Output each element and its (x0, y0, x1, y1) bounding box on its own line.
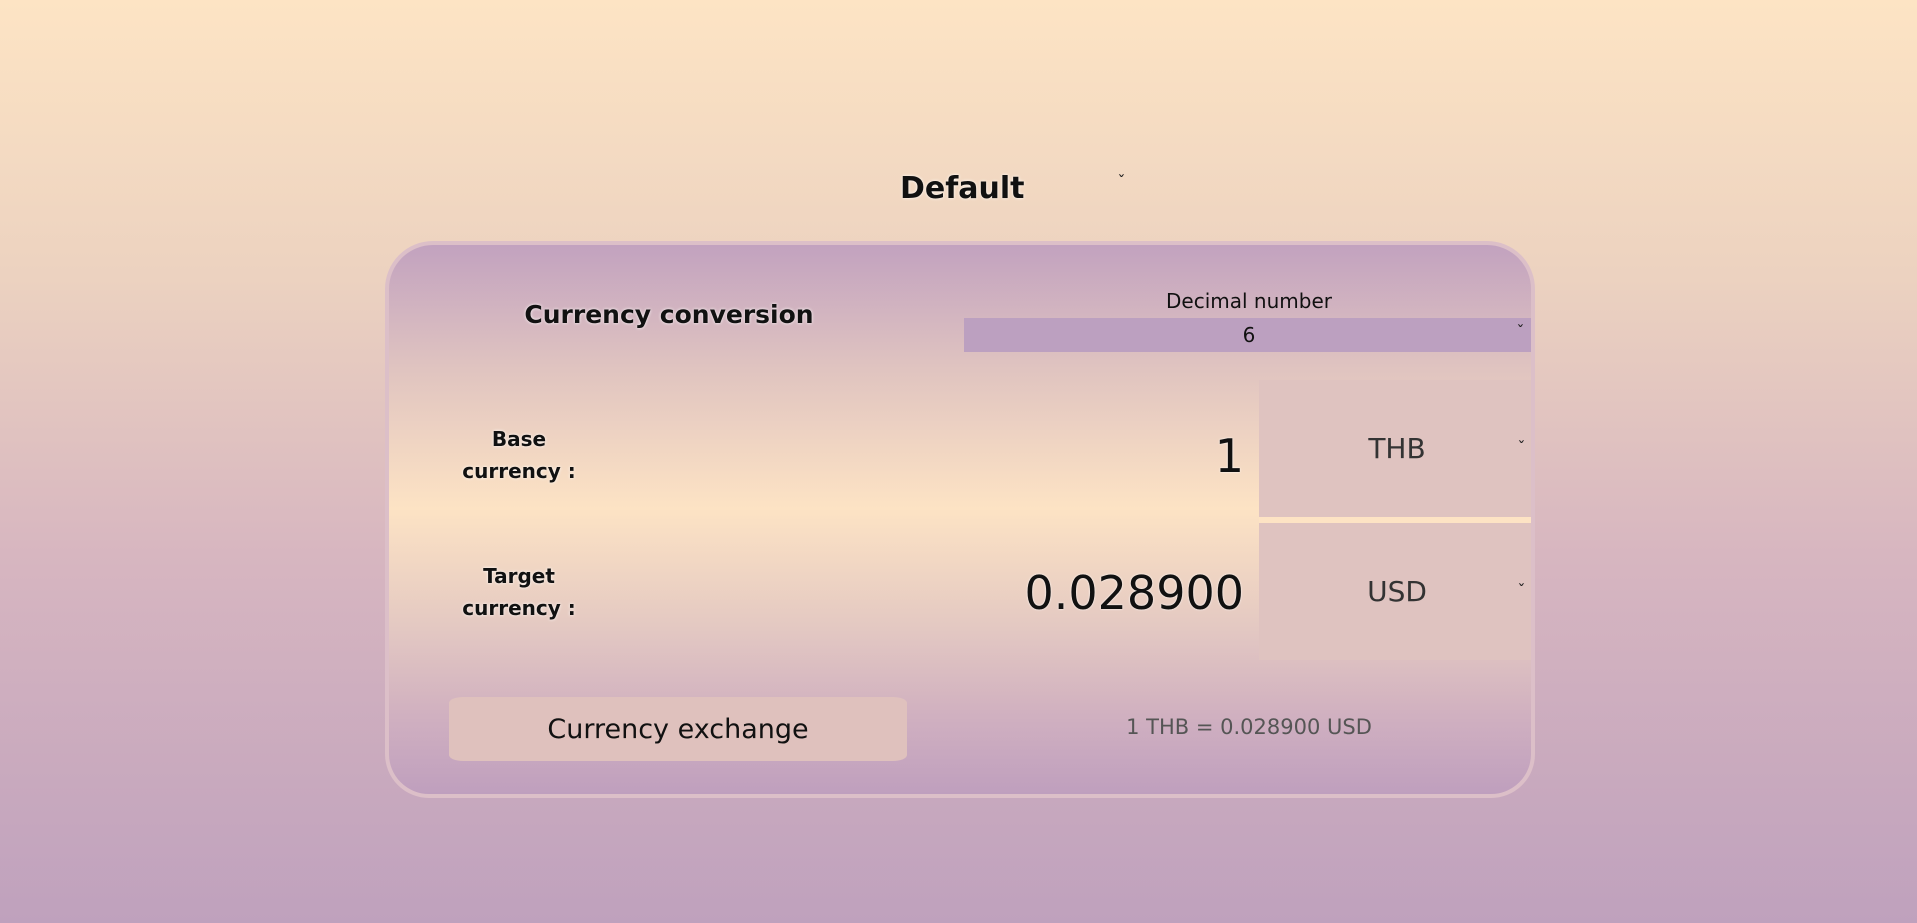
base-currency-select[interactable]: THB ˇ (1259, 380, 1531, 517)
target-currency-code: USD (1367, 575, 1427, 608)
currency-card: Currency conversion Decimal number 6 ˇ B… (385, 241, 1535, 798)
target-currency-label: Target currency : (449, 560, 589, 624)
chevron-down-icon: ˇ (1517, 583, 1526, 599)
decimal-number-select[interactable]: 6 ˇ (964, 318, 1531, 352)
chevron-down-icon: ˇ (1516, 324, 1525, 340)
theme-select[interactable]: Default ˇ (880, 160, 1140, 216)
target-currency-label-line2: currency : (462, 596, 576, 620)
card-title: Currency conversion (524, 300, 814, 329)
target-currency-select[interactable]: USD ˇ (1259, 523, 1531, 660)
chevron-down-icon: ˇ (1517, 440, 1526, 456)
base-currency-label: Base currency : (449, 423, 589, 487)
theme-selected-label: Default (900, 170, 1025, 206)
base-currency-label-line2: currency : (462, 459, 576, 483)
currency-exchange-button[interactable]: Currency exchange (449, 697, 907, 761)
exchange-rate-text: 1 THB = 0.028900 USD (1126, 715, 1372, 739)
chevron-down-icon: ˇ (1117, 174, 1126, 190)
target-amount-output: 0.028900 (1024, 566, 1245, 620)
base-currency-label-line1: Base (491, 427, 547, 451)
base-currency-code: THB (1368, 432, 1426, 465)
decimal-number-value: 6 (1242, 323, 1256, 347)
base-amount-input[interactable]: 1 (849, 429, 1244, 483)
target-currency-label-line1: Target (483, 564, 555, 588)
decimal-number-label: Decimal number (1166, 289, 1332, 313)
